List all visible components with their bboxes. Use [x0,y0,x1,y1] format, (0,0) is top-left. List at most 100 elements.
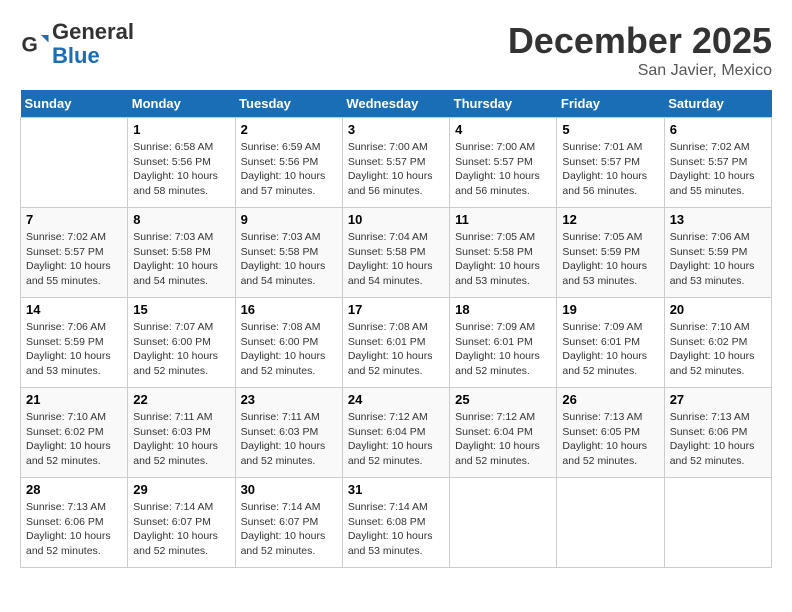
day-number: 9 [241,212,337,227]
day-number: 2 [241,122,337,137]
cell-content: Sunrise: 7:13 AMSunset: 6:06 PMDaylight:… [26,501,111,557]
day-number: 15 [133,302,229,317]
cell-content: Sunrise: 7:13 AMSunset: 6:06 PMDaylight:… [670,411,755,467]
cell-content: Sunrise: 7:10 AMSunset: 6:02 PMDaylight:… [670,321,755,377]
day-header-sunday: Sunday [21,90,128,118]
cell-content: Sunrise: 7:06 AMSunset: 5:59 PMDaylight:… [670,231,755,287]
day-number: 25 [455,392,551,407]
calendar-cell: 12 Sunrise: 7:05 AMSunset: 5:59 PMDaylig… [557,208,664,298]
calendar-cell: 16 Sunrise: 7:08 AMSunset: 6:00 PMDaylig… [235,298,342,388]
cell-content: Sunrise: 7:05 AMSunset: 5:58 PMDaylight:… [455,231,540,287]
calendar-cell: 26 Sunrise: 7:13 AMSunset: 6:05 PMDaylig… [557,388,664,478]
day-number: 22 [133,392,229,407]
calendar-cell: 8 Sunrise: 7:03 AMSunset: 5:58 PMDayligh… [128,208,235,298]
calendar-cell: 19 Sunrise: 7:09 AMSunset: 6:01 PMDaylig… [557,298,664,388]
day-number: 4 [455,122,551,137]
calendar-cell: 21 Sunrise: 7:10 AMSunset: 6:02 PMDaylig… [21,388,128,478]
day-number: 20 [670,302,766,317]
calendar-cell: 22 Sunrise: 7:11 AMSunset: 6:03 PMDaylig… [128,388,235,478]
day-number: 1 [133,122,229,137]
calendar-cell: 31 Sunrise: 7:14 AMSunset: 6:08 PMDaylig… [342,478,449,568]
cell-content: Sunrise: 7:00 AMSunset: 5:57 PMDaylight:… [455,141,540,197]
day-number: 7 [26,212,122,227]
calendar-cell: 29 Sunrise: 7:14 AMSunset: 6:07 PMDaylig… [128,478,235,568]
page-header: G General Blue December 2025 San Javier,… [20,20,772,80]
cell-content: Sunrise: 7:08 AMSunset: 6:01 PMDaylight:… [348,321,433,377]
calendar-cell: 17 Sunrise: 7:08 AMSunset: 6:01 PMDaylig… [342,298,449,388]
cell-content: Sunrise: 6:59 AMSunset: 5:56 PMDaylight:… [241,141,326,197]
logo-text: General Blue [52,20,134,68]
week-row-4: 21 Sunrise: 7:10 AMSunset: 6:02 PMDaylig… [21,388,772,478]
month-title: December 2025 [508,20,772,62]
cell-content: Sunrise: 7:09 AMSunset: 6:01 PMDaylight:… [455,321,540,377]
day-number: 10 [348,212,444,227]
calendar-cell: 11 Sunrise: 7:05 AMSunset: 5:58 PMDaylig… [450,208,557,298]
calendar-cell: 5 Sunrise: 7:01 AMSunset: 5:57 PMDayligh… [557,118,664,208]
cell-content: Sunrise: 7:14 AMSunset: 6:07 PMDaylight:… [133,501,218,557]
cell-content: Sunrise: 7:10 AMSunset: 6:02 PMDaylight:… [26,411,111,467]
calendar-cell: 9 Sunrise: 7:03 AMSunset: 5:58 PMDayligh… [235,208,342,298]
cell-content: Sunrise: 7:03 AMSunset: 5:58 PMDaylight:… [241,231,326,287]
day-number: 19 [562,302,658,317]
cell-content: Sunrise: 7:09 AMSunset: 6:01 PMDaylight:… [562,321,647,377]
cell-content: Sunrise: 7:03 AMSunset: 5:58 PMDaylight:… [133,231,218,287]
week-row-1: 1 Sunrise: 6:58 AMSunset: 5:56 PMDayligh… [21,118,772,208]
calendar-cell: 18 Sunrise: 7:09 AMSunset: 6:01 PMDaylig… [450,298,557,388]
cell-content: Sunrise: 6:58 AMSunset: 5:56 PMDaylight:… [133,141,218,197]
cell-content: Sunrise: 7:14 AMSunset: 6:08 PMDaylight:… [348,501,433,557]
day-number: 26 [562,392,658,407]
day-header-row: SundayMondayTuesdayWednesdayThursdayFrid… [21,90,772,118]
calendar-cell [557,478,664,568]
calendar-cell: 2 Sunrise: 6:59 AMSunset: 5:56 PMDayligh… [235,118,342,208]
cell-content: Sunrise: 7:08 AMSunset: 6:00 PMDaylight:… [241,321,326,377]
day-number: 14 [26,302,122,317]
day-header-monday: Monday [128,90,235,118]
calendar-cell: 24 Sunrise: 7:12 AMSunset: 6:04 PMDaylig… [342,388,449,478]
day-number: 24 [348,392,444,407]
cell-content: Sunrise: 7:11 AMSunset: 6:03 PMDaylight:… [133,411,218,467]
day-number: 18 [455,302,551,317]
calendar-cell: 3 Sunrise: 7:00 AMSunset: 5:57 PMDayligh… [342,118,449,208]
day-number: 13 [670,212,766,227]
week-row-5: 28 Sunrise: 7:13 AMSunset: 6:06 PMDaylig… [21,478,772,568]
day-number: 28 [26,482,122,497]
cell-content: Sunrise: 7:06 AMSunset: 5:59 PMDaylight:… [26,321,111,377]
calendar-cell [21,118,128,208]
calendar-cell: 25 Sunrise: 7:12 AMSunset: 6:04 PMDaylig… [450,388,557,478]
title-block: December 2025 San Javier, Mexico [508,20,772,80]
cell-content: Sunrise: 7:01 AMSunset: 5:57 PMDaylight:… [562,141,647,197]
cell-content: Sunrise: 7:12 AMSunset: 6:04 PMDaylight:… [348,411,433,467]
day-number: 31 [348,482,444,497]
cell-content: Sunrise: 7:04 AMSunset: 5:58 PMDaylight:… [348,231,433,287]
cell-content: Sunrise: 7:00 AMSunset: 5:57 PMDaylight:… [348,141,433,197]
calendar-cell: 15 Sunrise: 7:07 AMSunset: 6:00 PMDaylig… [128,298,235,388]
cell-content: Sunrise: 7:05 AMSunset: 5:59 PMDaylight:… [562,231,647,287]
day-number: 6 [670,122,766,137]
day-number: 29 [133,482,229,497]
cell-content: Sunrise: 7:14 AMSunset: 6:07 PMDaylight:… [241,501,326,557]
calendar-cell: 30 Sunrise: 7:14 AMSunset: 6:07 PMDaylig… [235,478,342,568]
calendar-cell: 6 Sunrise: 7:02 AMSunset: 5:57 PMDayligh… [664,118,771,208]
day-number: 8 [133,212,229,227]
cell-content: Sunrise: 7:13 AMSunset: 6:05 PMDaylight:… [562,411,647,467]
calendar-cell: 10 Sunrise: 7:04 AMSunset: 5:58 PMDaylig… [342,208,449,298]
logo-icon: G [20,29,50,59]
logo: G General Blue [20,20,134,68]
week-row-2: 7 Sunrise: 7:02 AMSunset: 5:57 PMDayligh… [21,208,772,298]
day-number: 5 [562,122,658,137]
calendar-cell [664,478,771,568]
calendar-cell: 20 Sunrise: 7:10 AMSunset: 6:02 PMDaylig… [664,298,771,388]
location: San Javier, Mexico [508,62,772,80]
day-header-thursday: Thursday [450,90,557,118]
calendar-cell: 13 Sunrise: 7:06 AMSunset: 5:59 PMDaylig… [664,208,771,298]
calendar-cell: 4 Sunrise: 7:00 AMSunset: 5:57 PMDayligh… [450,118,557,208]
day-number: 12 [562,212,658,227]
calendar-cell: 28 Sunrise: 7:13 AMSunset: 6:06 PMDaylig… [21,478,128,568]
day-header-tuesday: Tuesday [235,90,342,118]
day-header-saturday: Saturday [664,90,771,118]
calendar-table: SundayMondayTuesdayWednesdayThursdayFrid… [20,90,772,568]
calendar-cell: 27 Sunrise: 7:13 AMSunset: 6:06 PMDaylig… [664,388,771,478]
calendar-cell: 23 Sunrise: 7:11 AMSunset: 6:03 PMDaylig… [235,388,342,478]
day-number: 16 [241,302,337,317]
day-number: 17 [348,302,444,317]
